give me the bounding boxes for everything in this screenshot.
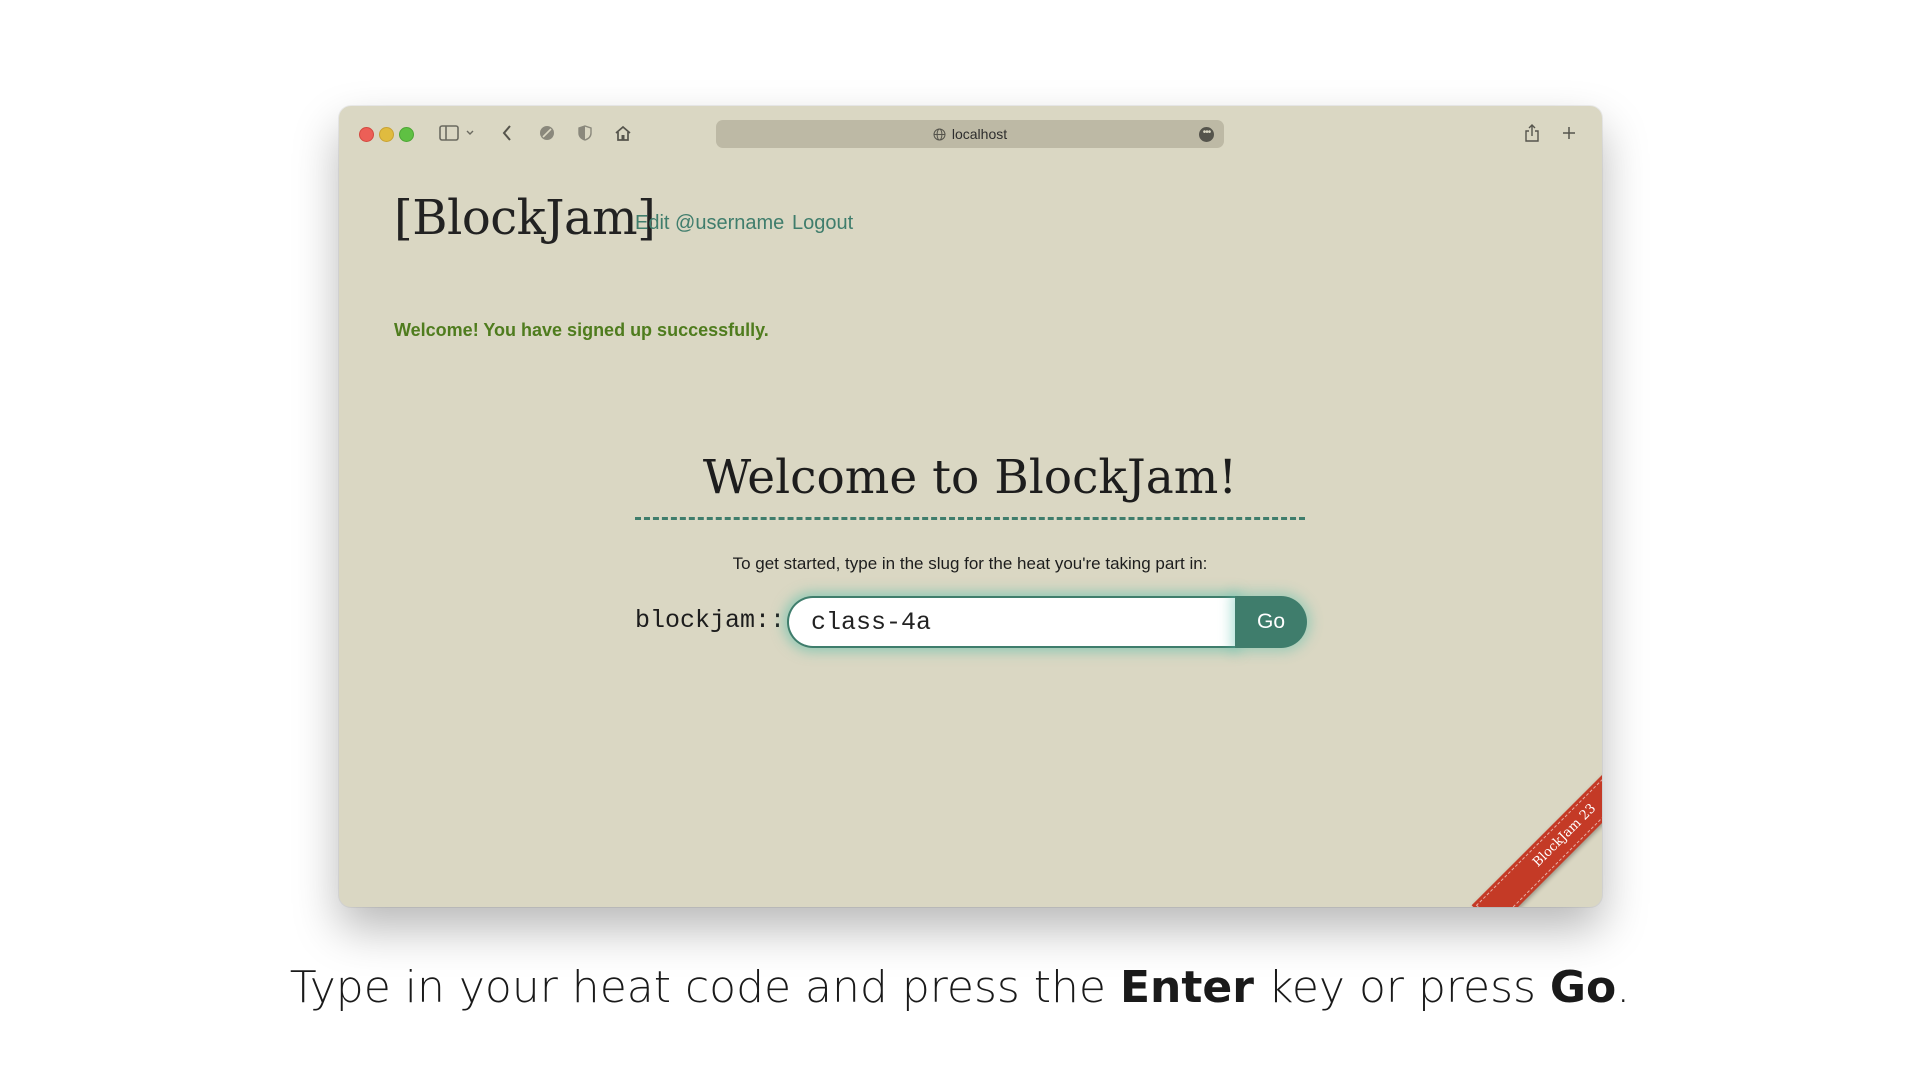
- edit-username-link[interactable]: Edit @username: [635, 212, 784, 235]
- caption-text-2: key or press: [1253, 962, 1550, 1013]
- title-divider: [635, 517, 1305, 520]
- more-icon[interactable]: •••: [1199, 127, 1214, 142]
- logout-link[interactable]: Logout: [792, 212, 853, 235]
- caption-text-1: Type in your heat code and press the: [289, 962, 1120, 1013]
- home-icon[interactable]: [613, 120, 633, 146]
- minimize-window-button[interactable]: [379, 127, 394, 142]
- sidebar-icon[interactable]: [437, 120, 461, 146]
- page-title: Welcome to BlockJam!: [702, 450, 1238, 505]
- browser-window: localhost ••• [BlockJam] Edit @username …: [339, 106, 1602, 907]
- flash-message: Welcome! You have signed up successfully…: [394, 320, 769, 340]
- heat-slug-input[interactable]: [787, 596, 1235, 648]
- url-text: localhost: [951, 126, 1008, 142]
- shield-icon[interactable]: [576, 120, 594, 146]
- caption-enter-key: Enter: [1119, 962, 1254, 1013]
- globe-icon: [933, 128, 946, 141]
- instructions-text: To get started, type in the slug for the…: [732, 554, 1208, 573]
- share-icon[interactable]: [1522, 120, 1542, 146]
- go-button[interactable]: Go: [1235, 596, 1307, 648]
- ribbon-label: BlockJam 23: [1471, 757, 1602, 907]
- address-bar[interactable]: localhost •••: [716, 120, 1224, 148]
- new-tab-icon[interactable]: [1559, 120, 1579, 146]
- chevron-down-icon[interactable]: [464, 120, 476, 146]
- slug-prefix: blockjam::: [635, 606, 786, 635]
- site-logo[interactable]: [BlockJam]: [394, 190, 656, 246]
- caption-go: Go: [1549, 962, 1617, 1013]
- zoom-window-button[interactable]: [399, 127, 414, 142]
- close-window-button[interactable]: [359, 127, 374, 142]
- browser-toolbar: localhost •••: [339, 106, 1602, 160]
- caption: Type in your heat code and press the Ent…: [0, 962, 1920, 1013]
- back-icon[interactable]: [499, 120, 515, 146]
- privacy-icon[interactable]: [538, 120, 556, 146]
- caption-text-3: .: [1616, 962, 1631, 1013]
- corner-ribbon: BlockJam 23: [1452, 757, 1602, 907]
